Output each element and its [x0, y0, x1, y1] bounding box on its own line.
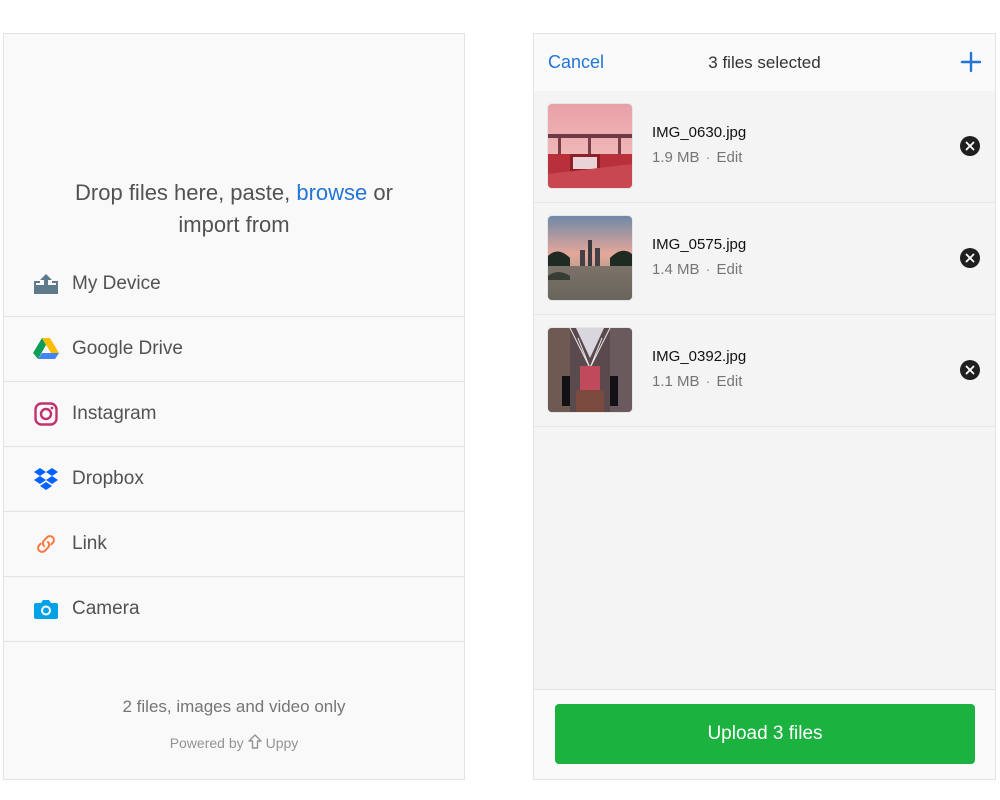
file-item: IMG_0630.jpg 1.9 MB · Edit — [534, 91, 995, 203]
import-from-text: import from — [178, 212, 290, 237]
camera-icon — [32, 595, 60, 623]
file-size: 1.1 MB — [652, 373, 700, 390]
cancel-button[interactable]: Cancel — [548, 52, 604, 73]
provider-instagram[interactable]: Instagram — [4, 382, 464, 447]
file-meta: 1.1 MB · Edit — [652, 373, 742, 390]
provider-list: My Device Google Drive Instagram Dropbox… — [4, 252, 464, 642]
drop-text: Drop files here, paste, — [75, 180, 297, 205]
provider-label: Google Drive — [72, 338, 183, 359]
provider-camera[interactable]: Camera — [4, 577, 464, 642]
upload-footer: Upload 3 files — [534, 689, 995, 779]
provider-google-drive[interactable]: Google Drive — [4, 317, 464, 382]
file-size: 1.4 MB — [652, 261, 700, 278]
uppy-dashboard-files-panel: Cancel 3 files selected IMG_0630.jpg 1.9… — [533, 33, 996, 780]
provider-dropbox[interactable]: Dropbox — [4, 447, 464, 512]
upload-button[interactable]: Upload 3 files — [555, 704, 975, 764]
powered-by-text: Powered by — [169, 735, 244, 751]
instagram-icon — [32, 400, 60, 428]
drop-text-or: or — [367, 180, 393, 205]
provider-label: Camera — [72, 598, 140, 619]
drop-instructions: Drop files here, paste, browse or import… — [4, 177, 464, 241]
file-thumbnail — [548, 328, 632, 412]
file-item: IMG_0392.jpg 1.1 MB · Edit — [534, 315, 995, 427]
plus-icon[interactable] — [959, 50, 983, 74]
provider-my-device[interactable]: My Device — [4, 252, 464, 317]
provider-label: Instagram — [72, 403, 157, 424]
uppy-brand: Uppy — [265, 735, 299, 751]
powered-by[interactable]: Powered by Uppy — [4, 734, 464, 752]
file-name: IMG_0630.jpg — [652, 124, 747, 141]
file-size: 1.9 MB — [652, 149, 700, 166]
uppy-dashboard-drop-panel: Drop files here, paste, browse or import… — [3, 33, 465, 780]
remove-file-icon[interactable] — [960, 136, 980, 156]
meta-separator: · — [705, 149, 711, 166]
file-thumbnail — [548, 104, 632, 188]
file-item: IMG_0575.jpg 1.4 MB · Edit — [534, 203, 995, 315]
restriction-note: 2 files, images and video only — [122, 697, 346, 716]
files-topbar: Cancel 3 files selected — [534, 34, 995, 92]
edit-file-button[interactable]: Edit — [717, 261, 743, 278]
uppy-logo-icon — [247, 734, 262, 752]
file-meta: 1.9 MB · Edit — [652, 149, 742, 166]
remove-file-icon[interactable] — [960, 248, 980, 268]
edit-file-button[interactable]: Edit — [717, 373, 743, 390]
file-name: IMG_0575.jpg — [652, 236, 747, 253]
remove-file-icon[interactable] — [960, 360, 980, 380]
link-icon — [32, 530, 60, 558]
provider-label: Dropbox — [72, 468, 144, 489]
edit-file-button[interactable]: Edit — [717, 149, 743, 166]
provider-link[interactable]: Link — [4, 512, 464, 577]
meta-separator: · — [705, 373, 711, 390]
file-name: IMG_0392.jpg — [652, 348, 747, 365]
meta-separator: · — [705, 261, 711, 278]
upload-device-icon — [32, 270, 60, 298]
file-thumbnail — [548, 216, 632, 300]
google-drive-icon — [32, 335, 60, 363]
file-list: IMG_0630.jpg 1.9 MB · Edit IMG_0575.jpg … — [534, 91, 995, 427]
file-meta: 1.4 MB · Edit — [652, 261, 742, 278]
provider-label: My Device — [72, 273, 161, 294]
provider-label: Link — [72, 533, 107, 554]
dropbox-icon — [32, 465, 60, 493]
browse-link[interactable]: browse — [296, 180, 367, 205]
